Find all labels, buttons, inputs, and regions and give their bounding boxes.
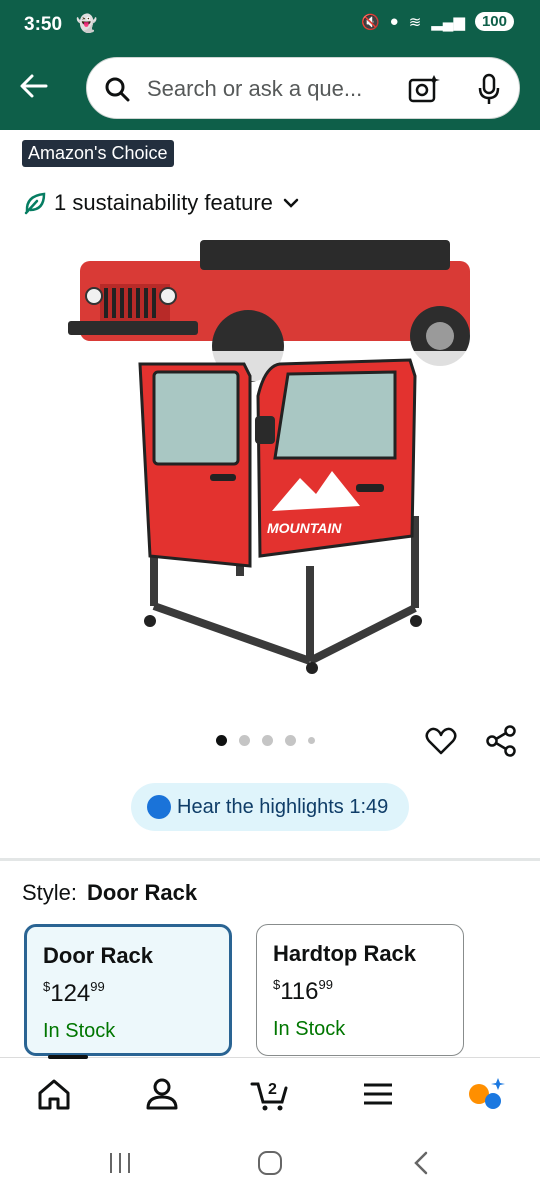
mic-icon[interactable] <box>475 72 503 106</box>
hear-highlights-label: Hear the highlights 1:49 <box>177 795 389 818</box>
jeep-graphic <box>60 240 480 382</box>
heart-icon[interactable] <box>424 724 458 758</box>
home-button-icon[interactable] <box>256 1149 284 1177</box>
status-bar: 3:50 👻 🔇 ● ≋ ▂▄▆ 100 <box>0 0 540 52</box>
sustainability-label: 1 sustainability feature <box>54 190 273 215</box>
signal-icon: ▂▄▆ <box>431 13 465 31</box>
location-icon: ● <box>389 13 399 30</box>
carousel-dot[interactable] <box>262 735 273 746</box>
section-divider <box>0 858 540 861</box>
system-back-icon[interactable] <box>408 1149 436 1177</box>
back-arrow-icon[interactable] <box>16 68 52 104</box>
active-tab-indicator <box>48 1055 88 1059</box>
right-door: MOUNTAIN <box>255 358 417 558</box>
home-icon[interactable] <box>34 1074 74 1114</box>
camera-icon[interactable] <box>407 73 441 105</box>
cart-icon[interactable]: 2 <box>250 1074 290 1114</box>
wifi-icon: ≋ <box>408 13 422 31</box>
option-name: Door Rack <box>43 943 154 968</box>
leaf-icon <box>24 192 46 215</box>
carousel-dot[interactable] <box>239 735 250 746</box>
system-icons: 🔇 ● ≋ ▂▄▆ 100 <box>361 12 514 31</box>
chevron-down-icon <box>283 198 299 208</box>
speaker-icon <box>147 795 171 819</box>
cart-count: 2 <box>268 1081 277 1098</box>
system-nav-bar <box>0 1139 540 1200</box>
hear-highlights-button[interactable]: Hear the highlights 1:49 <box>131 783 409 831</box>
header-bar: 3:50 👻 🔇 ● ≋ ▂▄▆ 100 <box>0 0 540 130</box>
style-selector-label: Style: Door Rack <box>22 880 197 906</box>
bottom-nav: 2 <box>0 1055 540 1139</box>
style-value: Door Rack <box>87 880 198 905</box>
snapchat-icon: 👻 <box>76 14 98 33</box>
option-stock: In Stock <box>43 1020 116 1042</box>
option-name: Hardtop Rack <box>273 941 417 966</box>
menu-icon[interactable] <box>358 1074 398 1114</box>
account-icon[interactable] <box>142 1074 182 1114</box>
search-bar[interactable] <box>86 57 520 119</box>
door-brand-text: MOUNTAIN <box>267 520 342 536</box>
mute-icon: 🔇 <box>360 13 380 31</box>
search-input[interactable] <box>147 72 397 106</box>
rufus-icon[interactable] <box>466 1074 506 1114</box>
carousel-dot[interactable] <box>216 735 227 746</box>
search-icon <box>105 77 130 102</box>
option-price: $12499 <box>43 979 105 1007</box>
status-time: 3:50 <box>24 14 63 35</box>
option-stock: In Stock <box>273 1018 346 1040</box>
battery-indicator: 100 <box>474 12 514 31</box>
style-option-door-rack[interactable]: Door Rack $12499 In Stock <box>24 924 232 1056</box>
sustainability-link[interactable]: 1 sustainability feature <box>22 186 301 220</box>
carousel-dot[interactable] <box>285 735 296 746</box>
product-image[interactable]: MOUNTAIN <box>60 236 480 676</box>
option-price: $11699 <box>273 977 333 1005</box>
style-option-hardtop-rack[interactable]: Hardtop Rack $11699 In Stock <box>256 924 464 1056</box>
recent-apps-icon[interactable] <box>106 1149 134 1177</box>
carousel-dot[interactable] <box>308 737 315 744</box>
share-icon[interactable] <box>484 724 518 758</box>
left-door <box>138 362 252 568</box>
amazons-choice-badge: Amazon's Choice <box>22 140 174 167</box>
style-label: Style: <box>22 880 78 905</box>
image-carousel-dots[interactable] <box>216 735 315 746</box>
